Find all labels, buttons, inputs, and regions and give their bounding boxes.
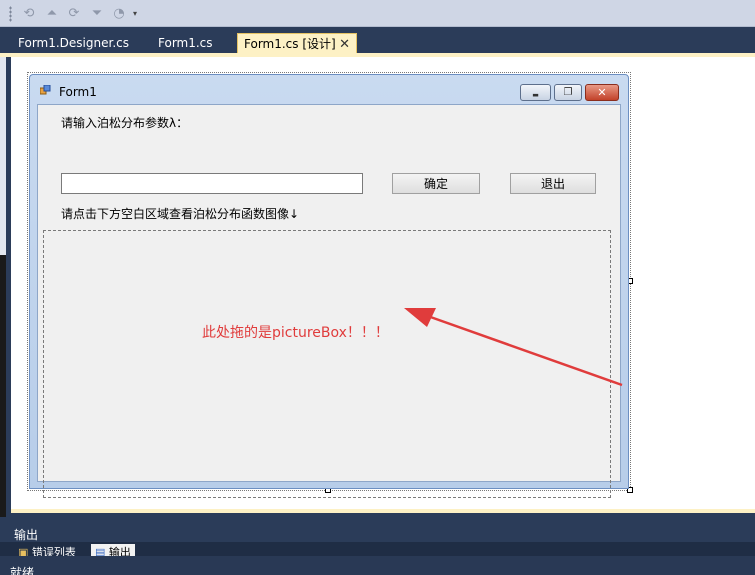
tab-error-list[interactable]: ▣ 错误列表 (18, 544, 76, 556)
form-titlebar[interactable]: Form1 ▬ ❐ ✕ (30, 75, 628, 105)
status-text: 就绪 (10, 566, 35, 575)
minimize-button[interactable]: ▬ (520, 84, 551, 101)
maximize-button[interactable]: ❐ (554, 84, 582, 101)
toolbar-overflow-icon[interactable]: ▾ (133, 9, 137, 18)
toolbar-grip[interactable] (9, 6, 12, 22)
tab-label: Form1.cs (158, 36, 213, 50)
error-list-icon: ▣ (18, 546, 29, 556)
prompt-label: 请输入泊松分布参数λ： (61, 116, 189, 130)
output-panel-tabs: ▣ 错误列表 ▤ 输出 (0, 542, 755, 556)
minimize-icon: ▬ (532, 90, 539, 99)
tab-form1-cs[interactable]: Form1.cs (152, 33, 232, 54)
form-icon (40, 85, 51, 95)
confirm-button[interactable]: 确定 (392, 173, 480, 194)
form-title: Form1 (59, 85, 97, 99)
undo-icon[interactable]: ⟲ (20, 4, 38, 22)
tab-label: Form1.cs [设计] (244, 37, 336, 51)
output-panel-title: 输出 (14, 528, 39, 542)
exit-button[interactable]: 退出 (510, 173, 596, 194)
form-client-area: 请输入泊松分布参数λ： 确定 退出 请点击下方空白区域查看泊松分布函数图像↓ (37, 104, 621, 498)
instruction-label: 请点击下方空白区域查看泊松分布函数图像↓ (61, 207, 300, 221)
annotation-text: 此处拖的是pictureBox！！！ (202, 325, 389, 341)
history-icon[interactable]: ◔ (110, 4, 128, 22)
redo-icon[interactable]: ⟳ (65, 4, 83, 22)
move-up-icon[interactable]: ⏶ (43, 4, 61, 22)
tab-form1-design[interactable]: Form1.cs [设计] ✕ (237, 33, 357, 54)
close-icon: ✕ (597, 86, 607, 99)
picture-box[interactable] (43, 230, 611, 498)
toolbar: ⟲ ⏶ ⟳ ⏷ ◔ ▾ (0, 0, 755, 27)
close-button[interactable]: ✕ (585, 84, 619, 101)
tab-output[interactable]: ▤ 输出 (91, 544, 135, 556)
move-down-icon[interactable]: ⏷ (88, 4, 106, 22)
output-icon: ▤ (95, 546, 106, 556)
lambda-input[interactable] (61, 173, 363, 194)
maximize-icon: ❐ (563, 87, 573, 98)
tab-label: Form1.Designer.cs (18, 36, 129, 50)
status-bar: 就绪 (0, 556, 755, 575)
document-tabstrip: Form1.Designer.cs Form1.cs Form1.cs [设计]… (0, 27, 755, 54)
form-window[interactable]: Form1 ▬ ❐ ✕ 请输入泊松分布参数λ： 确定 退出 请点击下方空白区域查… (29, 74, 629, 498)
left-edge-panel (0, 57, 11, 520)
close-icon[interactable]: ✕ (339, 34, 350, 55)
tab-form1-designer-cs[interactable]: Form1.Designer.cs (12, 33, 142, 54)
output-panel-header: 输出 (0, 517, 755, 542)
